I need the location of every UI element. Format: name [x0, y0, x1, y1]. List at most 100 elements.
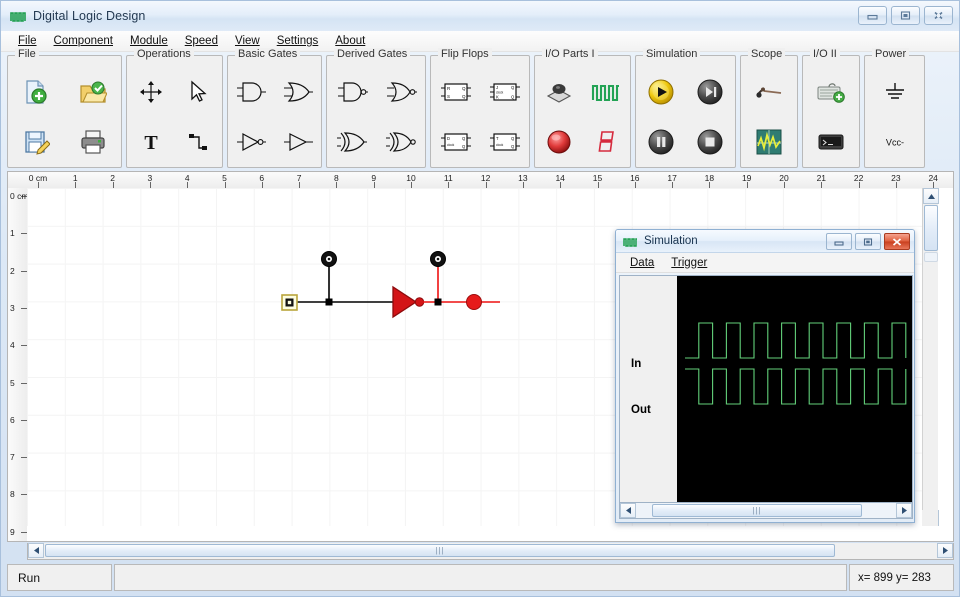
xnor-gate-button[interactable]: [381, 122, 421, 162]
push-button-button[interactable]: [539, 72, 579, 112]
toolbar-group-operations-title: Operations: [134, 48, 194, 60]
simulation-menu-trigger-label: Trigger: [671, 256, 708, 269]
jk-flipflop-button[interactable]: J clock K Q Q: [485, 72, 525, 112]
menu-view[interactable]: View: [227, 34, 269, 48]
d-flipflop-button[interactable]: D clock Q Q: [436, 122, 476, 162]
application-window: Digital Logic Design File Component Modu…: [0, 0, 960, 597]
scroll-up-button[interactable]: [923, 188, 939, 204]
t-flipflop-button[interactable]: T clock Q Q: [485, 122, 525, 162]
simulation-minimize-button[interactable]: [826, 233, 852, 250]
rs-flipflop-button[interactable]: R S Q Q: [436, 72, 476, 112]
simulation-menu-bar: Data Trigger: [616, 253, 914, 273]
menu-file[interactable]: File: [10, 34, 46, 48]
status-coordinates-panel: x= 899 y= 283: [849, 564, 954, 591]
simulation-waveform-canvas[interactable]: [677, 276, 912, 504]
toolbar-group-derived-gates: Derived Gates: [326, 48, 426, 168]
simulation-maximize-button[interactable]: [855, 233, 881, 250]
menu-about-label: About: [335, 35, 366, 47]
wire-tool-button[interactable]: [178, 122, 218, 162]
toolbar-group-io-parts-1: I/O Parts I: [534, 48, 631, 168]
move-tool-button[interactable]: [131, 72, 171, 112]
pause-simulation-button[interactable]: [641, 122, 681, 162]
simulation-horizontal-scrollbar[interactable]: |||: [619, 502, 913, 519]
ruler-label: 7: [296, 173, 302, 183]
new-file-button[interactable]: [16, 72, 56, 112]
menu-view-label: View: [234, 35, 260, 47]
menu-component[interactable]: Component: [46, 34, 122, 48]
simulation-window-controls: [826, 233, 910, 250]
probe-button[interactable]: [749, 72, 789, 112]
simulation-scroll-right-button[interactable]: [896, 503, 912, 518]
scroll-right-button[interactable]: [937, 543, 953, 558]
menu-module[interactable]: Module: [122, 34, 177, 48]
terminal-output-button[interactable]: [811, 122, 851, 162]
select-tool-button[interactable]: [178, 72, 218, 112]
or-gate-button[interactable]: [278, 72, 318, 112]
status-text: Run: [18, 570, 41, 585]
simulation-trace-labels: In Out: [620, 276, 677, 504]
print-button[interactable]: [73, 122, 113, 162]
canvas-horizontal-scroll-thumb[interactable]: |||: [45, 544, 835, 557]
toolbar-group-power-title: Power: [872, 48, 910, 60]
ruler-label: 9: [371, 173, 377, 183]
and-gate-button[interactable]: [231, 72, 271, 112]
ruler-label: 1: [72, 173, 78, 183]
menu-settings-label: Settings: [276, 35, 319, 47]
menu-settings[interactable]: Settings: [269, 34, 328, 48]
menu-file-label: File: [18, 35, 37, 47]
maximize-button[interactable]: [891, 6, 920, 25]
horizontal-ruler: 0 cm 1 2 3 4 5 6 7 8 9 10 11 12 13 14 15 16 17 18 19 20 21 22 2…: [7, 171, 954, 188]
vcc-button[interactable]: Vcc-: [875, 122, 915, 162]
input-probe: [321, 251, 337, 267]
not-gate-bubble: [414, 297, 425, 307]
svg-text:Q: Q: [462, 94, 466, 99]
simulation-title-bar: Simulation: [616, 230, 914, 253]
junction-in: [325, 298, 333, 306]
ruler-label: 15: [592, 173, 603, 183]
canvas-vertical-scrollbar[interactable]: [922, 188, 939, 526]
menu-speed[interactable]: Speed: [177, 34, 227, 48]
stop-simulation-button[interactable]: [690, 122, 730, 162]
not-gate-body: [392, 285, 418, 319]
seven-segment-button[interactable]: [586, 122, 626, 162]
save-file-button[interactable]: [16, 122, 56, 162]
simulation-menu-data-label: Data: [630, 256, 655, 269]
ruler-label: 6: [10, 414, 15, 425]
led-lamp-button[interactable]: [539, 122, 579, 162]
ruler-label: 19: [741, 173, 752, 183]
text-tool-button[interactable]: T: [131, 122, 171, 162]
xor-gate-button[interactable]: [332, 122, 372, 162]
step-simulation-button[interactable]: [690, 72, 730, 112]
keyboard-input-button[interactable]: [811, 72, 851, 112]
nand-gate-button[interactable]: [332, 72, 372, 112]
simulation-scroll-thumb[interactable]: |||: [652, 504, 862, 517]
open-file-button[interactable]: [73, 72, 113, 112]
simulation-menu-data[interactable]: Data: [622, 257, 663, 269]
canvas-vertical-scroll-thumb[interactable]: [924, 205, 938, 251]
waveform-icon: [623, 235, 638, 247]
ruler-label: 8: [10, 489, 15, 500]
clock-source-button[interactable]: [586, 72, 626, 112]
close-button[interactable]: [924, 6, 953, 25]
canvas-horizontal-scrollbar[interactable]: |||: [27, 543, 954, 560]
ruler-label: 14: [555, 173, 565, 183]
simulation-scroll-left-button[interactable]: [620, 503, 636, 518]
menu-about[interactable]: About: [327, 34, 374, 48]
waveform-trace-out: [685, 368, 907, 405]
scroll-left-button[interactable]: [28, 543, 44, 558]
minimize-button[interactable]: [858, 6, 887, 25]
simulation-menu-trigger[interactable]: Trigger: [663, 257, 716, 269]
status-run-panel: Run: [7, 564, 112, 591]
scroll-thumb-grip: |||: [435, 546, 445, 555]
ruler-label: 11: [443, 173, 453, 183]
not-gate-button[interactable]: [231, 122, 271, 162]
waveform-icon: [10, 10, 26, 23]
simulation-close-button[interactable]: [884, 233, 910, 250]
ruler-label: 0 cm: [28, 173, 48, 183]
ruler-label: 18: [704, 173, 715, 183]
run-simulation-button[interactable]: [641, 72, 681, 112]
buffer-gate-button[interactable]: [278, 122, 318, 162]
ground-button[interactable]: [875, 72, 915, 112]
nor-gate-button[interactable]: [381, 72, 421, 112]
oscilloscope-button[interactable]: [749, 122, 789, 162]
